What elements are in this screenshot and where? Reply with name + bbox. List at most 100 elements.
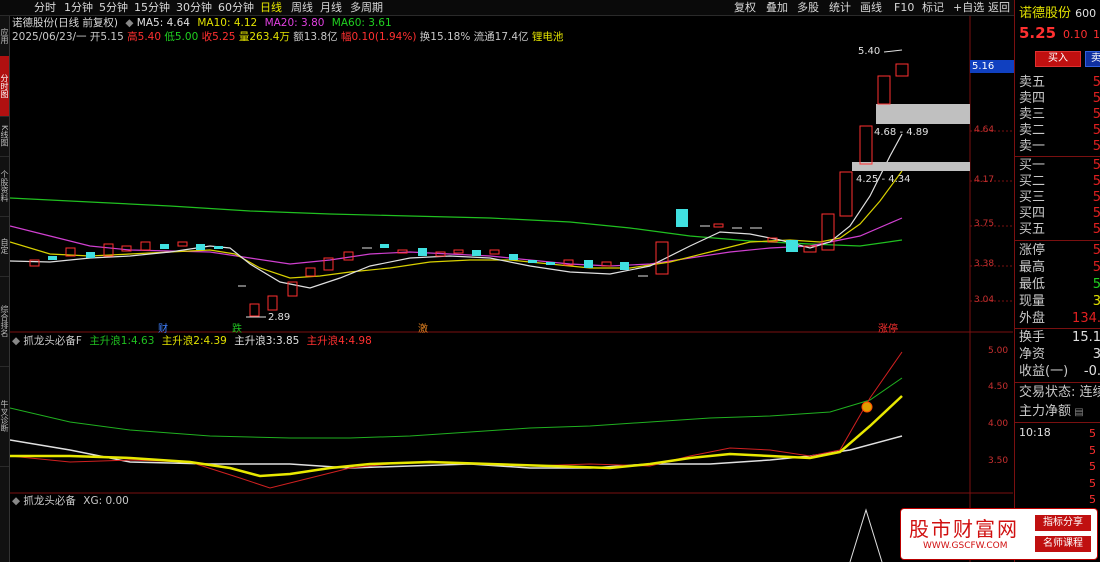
mark-button[interactable]: 标记 — [922, 0, 944, 15]
left-tab-timeshare[interactable]: 分时图 — [0, 56, 9, 117]
tab-period-daily[interactable]: 日线 — [260, 0, 282, 15]
indicator2-settings-icon[interactable]: ◆ — [12, 495, 20, 507]
f10-button[interactable]: F10 — [894, 0, 914, 15]
bid-2-row[interactable]: 买二 5 — [1019, 174, 1100, 190]
kline-chart[interactable] — [10, 16, 1013, 562]
left-tab-kline[interactable]: K线图 — [0, 116, 9, 157]
tab-period-5min[interactable]: 5分钟 — [99, 0, 128, 15]
stat-turnover-label: 换手 — [1019, 330, 1046, 345]
stat-turnover-value: 15.1 — [1072, 330, 1100, 345]
bid-4-value: 5 — [1092, 206, 1100, 221]
stat-low: 最低 5 — [1019, 277, 1100, 293]
indicator2-name[interactable]: 抓龙头必备 — [23, 495, 76, 507]
stats-divider — [1015, 240, 1100, 241]
ask-3-value: 5 — [1092, 107, 1100, 122]
bid-5-label: 买五 — [1019, 222, 1046, 237]
draw-line-button[interactable]: 画线 — [860, 0, 882, 15]
event-marker-finance[interactable]: 财 — [158, 320, 168, 335]
wave2-label: 主升浪2: — [161, 335, 204, 347]
top-toolbar: 分时 1分钟 5分钟 15分钟 30分钟 60分钟 日线 周线 月线 多周期 复… — [0, 0, 1100, 16]
stat-cur-vol: 现量 3 — [1019, 294, 1100, 310]
bid-4-row[interactable]: 买四 5 — [1019, 206, 1100, 222]
wave4-label: 主升浪4: — [306, 335, 349, 347]
ask-3-label: 卖三 — [1019, 107, 1046, 122]
watermark-logo: 股市财富网 WWW.GSCFW.COM 指标分享 名师课程 — [900, 508, 1098, 560]
ask-1-label: 卖一 — [1019, 139, 1046, 154]
low-annotation: 2.89 — [268, 312, 291, 323]
stat-eps-label: 收益(一) — [1019, 364, 1069, 379]
gap-box-upper — [876, 104, 970, 124]
wave2-value: 4.39 — [203, 335, 227, 347]
watermark-title: 股市财富网 — [909, 517, 1019, 541]
bid-3-row[interactable]: 买三 5 — [1019, 190, 1100, 206]
orderbook-divider — [1015, 156, 1100, 157]
bid-1-row[interactable]: 买一 5 — [1019, 158, 1100, 174]
left-tab-ranking[interactable]: 综合排名 — [0, 276, 9, 367]
add-favorite-button[interactable]: +自选 — [953, 0, 984, 15]
ask-5-row[interactable]: 卖五 5 — [1019, 75, 1100, 91]
stat-turnover: 换手 15.1 — [1019, 330, 1100, 346]
back-button[interactable]: 返回 — [988, 0, 1010, 15]
tab-period-weekly[interactable]: 周线 — [291, 0, 313, 15]
restore-rights-button[interactable]: 复权 — [734, 0, 756, 15]
event-marker-drop[interactable]: 跌 — [232, 320, 242, 335]
stat-low-value: 5 — [1092, 277, 1100, 292]
indicator-settings-icon[interactable]: ◆ — [12, 335, 20, 347]
axis-tick-6: 3.04 — [974, 295, 995, 305]
bid-4-label: 买四 — [1019, 206, 1046, 221]
main-flow-row[interactable]: 主力净额 ▤ — [1019, 404, 1100, 421]
multi-stock-button[interactable]: 多股 — [797, 0, 819, 15]
bid-2-value: 5 — [1092, 174, 1100, 189]
bid-2-label: 买二 — [1019, 174, 1046, 189]
wave3-value: 3.85 — [275, 335, 300, 347]
gap-box-lower — [852, 162, 970, 171]
ma5-line — [10, 133, 903, 289]
stat-cur-vol-value: 3 — [1092, 294, 1100, 309]
tab-period-monthly[interactable]: 月线 — [320, 0, 342, 15]
tab-period-multi[interactable]: 多周期 — [350, 0, 383, 15]
stat-outer-value: 134. — [1072, 311, 1100, 326]
left-tab-profile[interactable]: 个股资料 — [0, 156, 9, 217]
axis-tick-5: 3.38 — [974, 259, 995, 269]
tab-period-1min[interactable]: 1分钟 — [64, 0, 93, 15]
ask-4-label: 卖四 — [1019, 91, 1046, 106]
ask-1-row[interactable]: 卖一 5 — [1019, 139, 1100, 155]
list-icon[interactable]: ▤ — [1071, 407, 1083, 418]
overlay-button[interactable]: 叠加 — [766, 0, 788, 15]
ask-4-row[interactable]: 卖四 5 — [1019, 91, 1100, 107]
wave3-label: 主升浪3: — [234, 335, 276, 347]
ind1-axis-3: 4.00 — [988, 419, 1009, 429]
event-marker-limit-up[interactable]: 涨停 — [878, 320, 898, 335]
indicator1-name[interactable]: 抓龙头必备F — [23, 335, 82, 347]
left-tab-custom[interactable]: 自定 — [0, 216, 9, 277]
watermark-tag-course: 名师课程 — [1035, 536, 1091, 552]
ticks-divider — [1015, 422, 1100, 423]
trade-status: 交易状态: 连续 — [1019, 385, 1100, 400]
indicator1-header: ◆ 抓龙头必备F 主升浪1:4.63 主升浪2:4.39 主升浪3:3.85 主… — [12, 334, 372, 348]
stat-high-value: 5 — [1092, 260, 1100, 275]
tick-value: 5 — [1089, 493, 1096, 506]
sell-button[interactable]: 卖出 — [1085, 51, 1100, 67]
tick-value: 5 — [1089, 443, 1096, 457]
panel-change-pct: 1 — [1093, 28, 1100, 41]
statistics-button[interactable]: 统计 — [829, 0, 851, 15]
tab-period-60min[interactable]: 60分钟 — [218, 0, 254, 15]
ask-2-row[interactable]: 卖二 5 — [1019, 123, 1100, 139]
event-marker-surge[interactable]: 激 — [418, 320, 428, 335]
ask-2-value: 5 — [1092, 123, 1100, 138]
tab-period-fenshi[interactable]: 分时 — [34, 0, 56, 15]
bid-3-value: 5 — [1092, 190, 1100, 205]
ask-3-row[interactable]: 卖三 5 — [1019, 107, 1100, 123]
wave4-value: 4.98 — [348, 335, 372, 347]
buy-button[interactable]: 买入 — [1035, 51, 1081, 67]
tab-period-30min[interactable]: 30分钟 — [176, 0, 212, 15]
tab-period-15min[interactable]: 15分钟 — [134, 0, 170, 15]
indicator2-header: ◆ 抓龙头必备 XG: 0.00 — [12, 494, 129, 508]
gap-upper-label: 4.68 - 4.89 — [874, 127, 929, 138]
bid-5-row[interactable]: 买五 5 — [1019, 222, 1100, 238]
wave1-label: 主升浪1: — [89, 335, 132, 347]
left-tab-apps[interactable]: 应用 — [0, 16, 9, 57]
xg-value: 0.00 — [105, 495, 129, 507]
status-divider — [1015, 382, 1100, 383]
left-tab-diagnosis[interactable]: 牛叉诊断 — [0, 366, 9, 467]
